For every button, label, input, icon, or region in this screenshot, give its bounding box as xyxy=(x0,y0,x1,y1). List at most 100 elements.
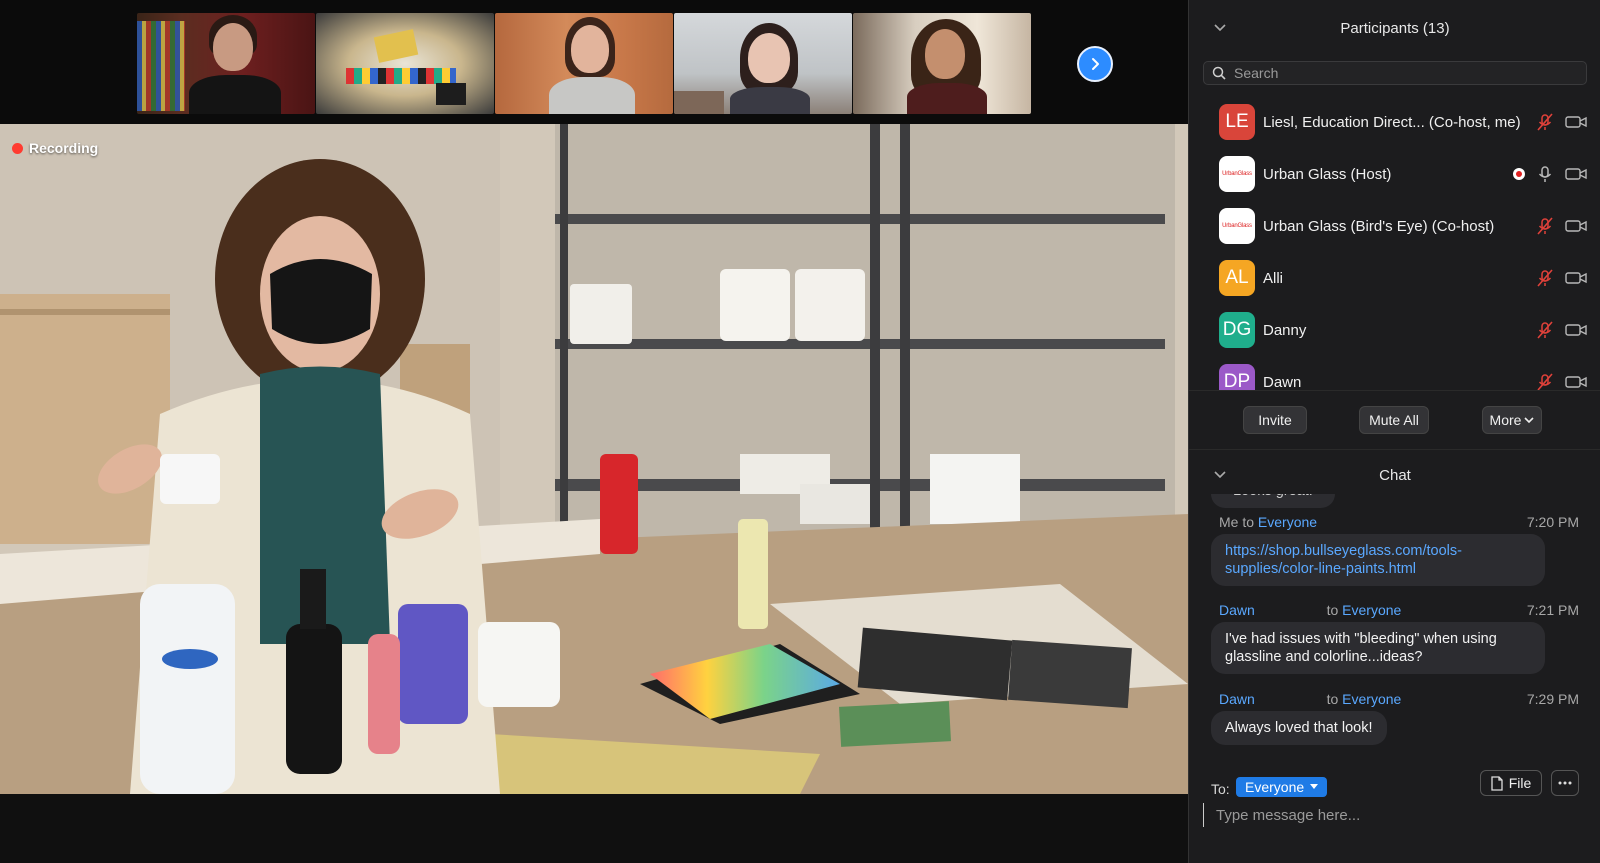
chat-message-bubble: https://shop.bullseyeglass.com/tools- su… xyxy=(1211,534,1545,586)
chat-message-list: Looks great! Me to Everyone 7:20 PM http… xyxy=(1189,494,1600,766)
chevron-right-icon xyxy=(1092,58,1099,70)
participant-actions-bar: Invite Mute All More xyxy=(1189,390,1600,450)
muted-microphone-icon[interactable] xyxy=(1535,112,1555,132)
chevron-down-icon xyxy=(1524,417,1535,424)
chat-recipient: Everyone xyxy=(1257,514,1318,530)
urbanglass-logo-avatar: UrbanGlass xyxy=(1219,208,1255,244)
participant-status-icons xyxy=(1535,268,1587,288)
more-button[interactable]: More xyxy=(1482,406,1542,434)
chat-link[interactable]: https://shop.bullseyeglass.com/tools- xyxy=(1225,542,1531,560)
chat-to-label: to xyxy=(1326,602,1339,618)
chat-sender: Me xyxy=(1219,514,1239,530)
participant-video-thumbnail[interactable] xyxy=(495,13,673,114)
chat-message-bubble: I've had issues with "bleeding" when usi… xyxy=(1211,622,1545,674)
chat-message-bubble: Looks great! xyxy=(1211,494,1335,508)
more-options-button[interactable] xyxy=(1551,770,1579,796)
video-area: Recording xyxy=(0,0,1188,863)
side-panel: Participants (13) LE Liesl, Education Di… xyxy=(1188,0,1600,863)
participant-role: (Co-host, me) xyxy=(1428,113,1521,131)
participant-name: Urban Glass (Bird's Eye) (Co-host) xyxy=(1263,217,1495,235)
search-icon xyxy=(1212,66,1226,80)
file-button[interactable]: File xyxy=(1480,770,1542,796)
participants-title: Participants (13) xyxy=(1340,19,1450,37)
to-label: To: xyxy=(1211,781,1230,797)
document-icon xyxy=(1491,775,1503,791)
video-off-camera-icon[interactable] xyxy=(1565,218,1587,234)
ellipsis-icon xyxy=(1558,781,1572,785)
participant-status-icons xyxy=(1513,164,1587,184)
recording-indicator: Recording xyxy=(12,140,98,156)
recording-dot-icon xyxy=(12,142,23,154)
participant-name: Alli xyxy=(1263,269,1284,287)
video-off-camera-icon[interactable] xyxy=(1565,114,1587,130)
participant-row[interactable]: AL Alli xyxy=(1189,252,1600,304)
microphone-icon[interactable] xyxy=(1535,164,1555,184)
recording-label: Recording xyxy=(29,140,99,156)
participant-video-thumbnail[interactable] xyxy=(853,13,1031,114)
participant-row[interactable]: LE Liesl, Education Direct... (Co-host, … xyxy=(1189,96,1600,148)
caret-down-icon xyxy=(1310,784,1319,789)
recipient-dropdown-value: Everyone xyxy=(1245,779,1305,795)
participant-video-thumbnail[interactable] xyxy=(316,13,494,114)
recipient-dropdown[interactable]: Everyone xyxy=(1236,777,1328,797)
participant-video-thumbnail[interactable] xyxy=(137,13,315,114)
chat-header: Chat xyxy=(1189,455,1600,495)
muted-microphone-icon[interactable] xyxy=(1535,320,1555,340)
invite-button[interactable]: Invite xyxy=(1243,406,1307,434)
next-page-button[interactable] xyxy=(1077,46,1113,82)
more-button-label: More xyxy=(1489,412,1522,428)
participant-video-thumbnail[interactable] xyxy=(674,13,852,114)
chat-to-label: to xyxy=(1326,691,1339,707)
participants-header: Participants (13) xyxy=(1189,0,1600,56)
urbanglass-logo-avatar: UrbanGlass xyxy=(1219,156,1255,192)
chat-recipient: Everyone xyxy=(1342,691,1402,707)
chat-message-meta: Me to Everyone 7:20 PM xyxy=(1219,514,1579,530)
chat-sender: Dawn xyxy=(1219,602,1255,618)
chat-recipient: Everyone xyxy=(1342,602,1402,618)
chat-timestamp: 7:21 PM xyxy=(1526,602,1579,618)
mute-all-button[interactable]: Mute All xyxy=(1359,406,1429,434)
collapse-participants-chevron-icon[interactable] xyxy=(1213,21,1227,35)
participant-name-text: Liesl, Education Direct... xyxy=(1263,113,1425,131)
participant-row[interactable]: DP Dawn xyxy=(1189,356,1600,390)
participant-row[interactable]: DG Danny xyxy=(1189,304,1600,356)
chat-link-continued[interactable]: supplies/color-line-paints.html xyxy=(1225,560,1531,578)
video-off-camera-icon[interactable] xyxy=(1565,374,1587,390)
muted-microphone-icon[interactable] xyxy=(1535,216,1555,236)
chat-to-label: to xyxy=(1242,514,1255,530)
participant-name: Liesl, Education Direct... (Co-host, me) xyxy=(1263,114,1521,131)
muted-microphone-icon[interactable] xyxy=(1535,268,1555,288)
chat-timestamp: 7:20 PM xyxy=(1526,514,1579,530)
participant-search-input[interactable] xyxy=(1234,65,1574,81)
participant-list: LE Liesl, Education Direct... (Co-host, … xyxy=(1189,96,1600,390)
active-speaker-video[interactable] xyxy=(0,124,1188,794)
chat-message-bubble: Always loved that look! xyxy=(1211,711,1387,745)
recording-status-icon xyxy=(1513,168,1525,180)
participant-status-icons xyxy=(1535,216,1587,236)
avatar: DP xyxy=(1219,364,1255,390)
video-off-camera-icon[interactable] xyxy=(1565,166,1587,182)
video-off-camera-icon[interactable] xyxy=(1565,270,1587,286)
gallery-strip xyxy=(0,0,1188,124)
chat-composer: To: Everyone File xyxy=(1189,770,1600,863)
chat-message-text-continued: glassline and colorline...ideas? xyxy=(1225,649,1423,665)
participant-row[interactable]: UrbanGlass Urban Glass (Host) xyxy=(1189,148,1600,200)
chat-message-input[interactable] xyxy=(1203,803,1587,827)
chat-sender: Dawn xyxy=(1219,691,1255,707)
participant-name: Dawn xyxy=(1263,373,1302,391)
chat-timestamp: 7:29 PM xyxy=(1526,691,1579,707)
video-off-camera-icon[interactable] xyxy=(1565,322,1587,338)
chat-title: Chat xyxy=(1379,466,1411,484)
participant-status-icons xyxy=(1535,320,1587,340)
avatar: LE xyxy=(1219,104,1255,140)
collapse-chat-chevron-icon[interactable] xyxy=(1213,468,1227,482)
video-frame xyxy=(0,124,1188,794)
avatar: DG xyxy=(1219,312,1255,348)
file-button-label: File xyxy=(1508,775,1532,791)
participant-search-box[interactable] xyxy=(1203,61,1587,85)
muted-microphone-icon[interactable] xyxy=(1535,372,1555,390)
participant-row[interactable]: UrbanGlass Urban Glass (Bird's Eye) (Co-… xyxy=(1189,200,1600,252)
chat-message-text: I've had issues with "bleeding" when usi… xyxy=(1225,631,1497,647)
participant-status-icons xyxy=(1535,372,1587,390)
avatar: AL xyxy=(1219,260,1255,296)
